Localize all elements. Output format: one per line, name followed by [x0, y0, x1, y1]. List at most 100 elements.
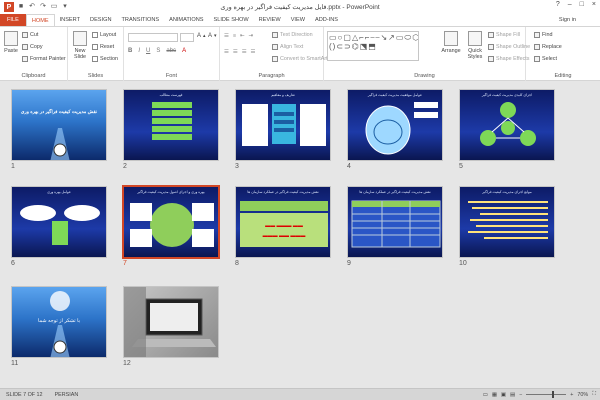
shape-outline-button[interactable]: Shape Outline	[488, 44, 530, 50]
shadow-icon[interactable]: S	[156, 48, 160, 54]
slide-title: موانع اجرای مدیریت کیفیت فراگیر	[482, 190, 532, 194]
replace-button[interactable]: Replace	[534, 44, 562, 50]
grow-font-icon[interactable]: A ▴	[197, 33, 206, 39]
slide-thumbnail[interactable]: نقش مدیریت کیفیت فراگیر در عملکرد سازمان…	[347, 186, 443, 258]
paragraph-group-label: Paragraph	[258, 73, 285, 79]
tab-insert[interactable]: INSERT	[55, 14, 85, 26]
slide-thumbnail[interactable]: اجزای کلیدی مدیریت کیفیت فراگیر	[459, 89, 555, 161]
fit-slide-icon[interactable]: ⛶	[592, 391, 596, 398]
align-center-icon[interactable]: ☰	[233, 49, 238, 55]
decrease-indent-icon[interactable]: ⇤	[240, 33, 245, 39]
select-button[interactable]: Select	[534, 56, 557, 62]
tab-slide-show[interactable]: SLIDE SHOW	[209, 14, 254, 26]
zoom-area: ▭ ▦ ▣ ▤ − + 70% ⛶	[483, 391, 596, 398]
quick-styles-button[interactable]: Quick Styles	[464, 31, 486, 60]
layout-button[interactable]: Layout	[92, 32, 116, 38]
slide-9-art	[351, 200, 441, 248]
shapes-gallery[interactable]: ▭○▢△⌐⌐⎯⎯↘↗▭⬭⬡⇨⇦⇧☆◇⬠⌒{}()⊂⊃⌬⬔⬒	[327, 31, 419, 61]
tab-review[interactable]: REVIEW	[254, 14, 286, 26]
align-right-icon[interactable]: ☰	[242, 49, 247, 55]
find-button[interactable]: Find	[534, 32, 553, 38]
new-slide-button[interactable]: New Slide	[70, 31, 90, 60]
bullets-icon[interactable]: ☰	[224, 33, 229, 39]
slide-thumbnail[interactable]: با تشکر از توجه شما	[11, 286, 107, 358]
slide-4-art	[365, 102, 438, 155]
align-text-button[interactable]: Align Text	[272, 44, 303, 50]
clipboard-group: Paste Cut Copy Format Painter Clipboard	[0, 27, 68, 81]
zoom-in-icon[interactable]: +	[570, 392, 573, 398]
bold-icon[interactable]: B	[128, 48, 132, 54]
slide-thumbnail[interactable]: نقش مدیریت کیفیت فراگیر در بهره وری	[11, 89, 107, 161]
normal-view-icon[interactable]: ▭	[483, 392, 488, 398]
cut-button[interactable]: Cut	[22, 32, 38, 38]
tab-home[interactable]: HOME	[25, 14, 55, 26]
drawing-group: ▭○▢△⌐⌐⎯⎯↘↗▭⬭⬡⇨⇦⇧☆◇⬠⌒{}()⊂⊃⌬⬔⬒ Arrange Qu…	[324, 27, 530, 81]
slide-thumbnail[interactable]	[123, 286, 219, 358]
slide-thumbnail[interactable]: فهرست مطالب	[123, 89, 219, 161]
slide-thumbnail[interactable]: عوامل بهره وری	[11, 186, 107, 258]
font-size-combo[interactable]	[180, 33, 194, 42]
slide-thumbnail-selected[interactable]: بهره وری و اجرای اصول مدیریت کیفیت فراگی…	[122, 185, 220, 259]
zoom-percent[interactable]: 70%	[577, 392, 588, 398]
zoom-slider-knob[interactable]	[552, 391, 555, 398]
tab-view[interactable]: VIEW	[286, 14, 310, 26]
drawing-group-label: Drawing	[414, 73, 435, 79]
tab-animations[interactable]: ANIMATIONS	[164, 14, 208, 26]
smartart-icon	[272, 56, 278, 62]
tab-design[interactable]: DESIGN	[85, 14, 116, 26]
strikethrough-icon[interactable]: abc	[166, 48, 176, 54]
zoom-slider[interactable]	[526, 391, 567, 398]
slide-3-art	[242, 104, 326, 146]
shape-effects-button[interactable]: Shape Effects	[488, 56, 529, 62]
sign-in-link[interactable]: Sign in	[559, 17, 576, 23]
slide-thumbnail[interactable]: عوامل موفقیت مدیریت کیفیت فراگیر	[347, 89, 443, 161]
italic-icon[interactable]: I	[138, 48, 140, 54]
convert-smartart-button[interactable]: Convert to SmartArt	[272, 56, 328, 62]
paintbrush-icon	[22, 56, 28, 62]
paste-button[interactable]: Paste	[3, 31, 19, 54]
minimize-button[interactable]: –	[568, 1, 572, 8]
slides-group-label: Slides	[87, 73, 104, 79]
help-button[interactable]: ?	[556, 1, 560, 8]
font-color-icon[interactable]: A	[182, 48, 186, 54]
slide-count-status[interactable]: SLIDE 7 OF 12	[0, 392, 49, 398]
paint-bucket-icon	[488, 32, 494, 38]
shape-fill-button[interactable]: Shape Fill	[488, 32, 520, 38]
copy-button[interactable]: Copy	[22, 44, 43, 50]
reset-button[interactable]: Reset	[92, 44, 114, 50]
justify-icon[interactable]: ☰	[251, 49, 256, 55]
close-button[interactable]: ×	[592, 1, 596, 8]
maximize-button[interactable]: □	[580, 1, 584, 8]
slide-number: 11	[11, 360, 19, 367]
format-painter-button[interactable]: Format Painter	[22, 56, 66, 62]
replace-icon	[534, 44, 540, 50]
slideshow-view-icon[interactable]: ▤	[510, 392, 515, 398]
underline-icon[interactable]: U	[146, 48, 150, 54]
numbering-icon[interactable]: ≡	[233, 33, 236, 39]
reset-icon	[92, 44, 98, 50]
clipboard-group-label: Clipboard	[21, 73, 46, 79]
slide-thumbnail[interactable]: نقش مدیریت کیفیت فراگیر در عملکرد سازمان…	[235, 186, 331, 258]
align-left-icon[interactable]: ☰	[224, 49, 229, 55]
increase-indent-icon[interactable]: ⇥	[249, 33, 254, 39]
font-name-combo[interactable]	[128, 33, 178, 42]
font-format-buttons: B I U S abc A	[128, 48, 186, 54]
window-title: فایل مدیریت کیفیت فراگیر در بهره وری.ppt…	[220, 4, 380, 11]
zoom-out-icon[interactable]: −	[519, 392, 522, 398]
reading-view-icon[interactable]: ▣	[501, 392, 506, 398]
font-group-label: Font	[165, 73, 178, 79]
slide-thumbnail[interactable]: تعاریف و مفاهیم	[235, 89, 331, 161]
shrink-font-icon[interactable]: A ▾	[208, 33, 217, 39]
tab-add-ins[interactable]: ADD-INS	[310, 14, 343, 26]
language-status[interactable]: PERSIAN	[49, 392, 85, 398]
arrange-button[interactable]: Arrange	[440, 31, 462, 54]
binoculars-icon	[534, 32, 540, 38]
tab-transitions[interactable]: TRANSITIONS	[116, 14, 164, 26]
arrange-icon	[444, 31, 458, 46]
slide-sorter-view-icon[interactable]: ▦	[492, 392, 497, 398]
tab-file[interactable]: FILE	[0, 14, 26, 26]
section-button[interactable]: Section	[92, 56, 118, 62]
text-direction-button[interactable]: Text Direction	[272, 32, 313, 38]
slide-10-art	[468, 201, 548, 239]
slide-thumbnail[interactable]: موانع اجرای مدیریت کیفیت فراگیر	[459, 186, 555, 258]
